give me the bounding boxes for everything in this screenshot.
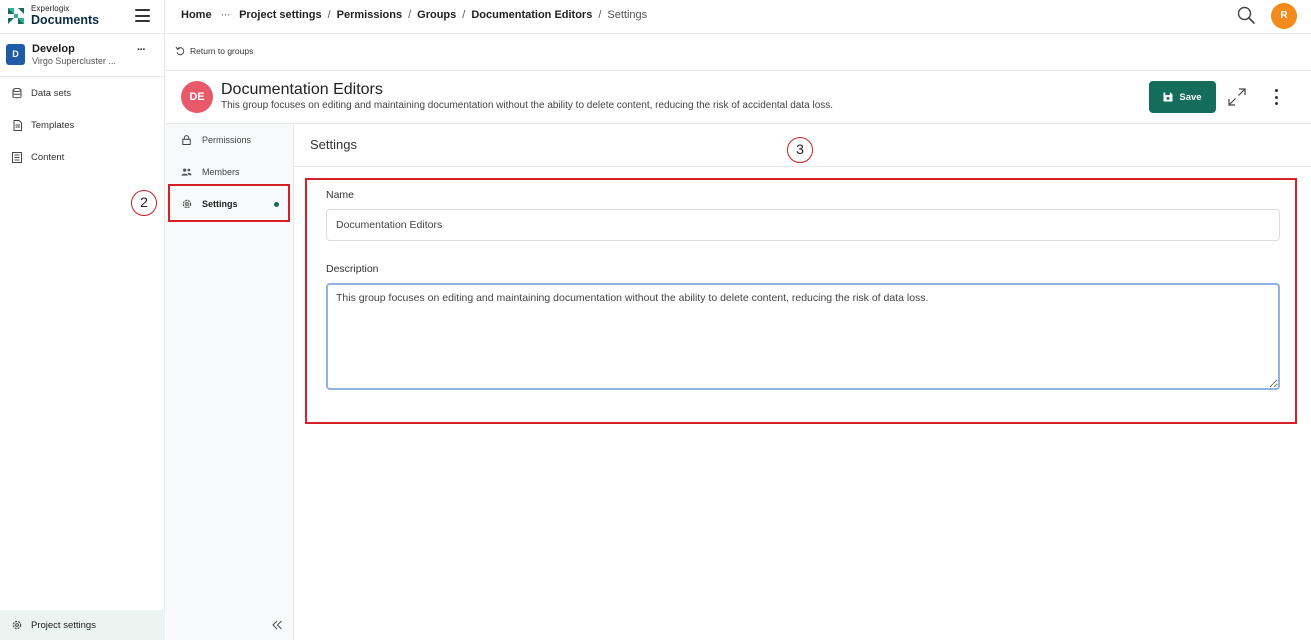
sidebar-nav: Data sets Templates Content — [0, 77, 164, 173]
gear-icon — [11, 619, 23, 631]
tab-members[interactable]: Members — [166, 156, 293, 188]
breadcrumb-ellipsis[interactable]: ··· — [221, 9, 231, 21]
sidebar-item-project-settings[interactable]: Project settings — [0, 610, 165, 640]
project-avatar: D — [6, 44, 25, 65]
annotation-marker-2: 2 — [131, 190, 157, 216]
lock-icon — [181, 135, 192, 146]
project-name: Develop — [32, 43, 75, 55]
name-field-label: Name — [326, 189, 355, 201]
group-description: This group focuses on editing and mainta… — [221, 100, 834, 111]
undo-icon — [175, 46, 185, 56]
breadcrumb: Home ··· Project settings / Permissions … — [181, 9, 647, 21]
save-button[interactable]: Save — [1149, 81, 1216, 113]
sidebar-item-templates[interactable]: Templates — [0, 109, 164, 141]
breadcrumb-separator: / — [598, 9, 602, 21]
sidebar-item-label: Templates — [31, 119, 75, 131]
gear-icon — [181, 199, 192, 210]
breadcrumb-permissions[interactable]: Permissions — [337, 9, 402, 21]
description-field-label: Description — [326, 263, 379, 275]
tab-permissions[interactable]: Permissions — [166, 124, 293, 156]
save-button-label: Save — [1179, 91, 1202, 103]
content-icon — [11, 151, 23, 163]
sidebar-item-label: Content — [31, 151, 65, 163]
top-bar: Home ··· Project settings / Permissions … — [166, 0, 1311, 34]
hamburger-menu-icon[interactable] — [135, 9, 150, 22]
tab-label: Members — [202, 167, 240, 177]
document-icon — [11, 119, 23, 131]
annotation-marker-3: 3 — [787, 137, 813, 163]
sidebar: Experlogix Documents D Develop Virgo Sup… — [0, 0, 165, 640]
settings-heading: Settings — [310, 137, 357, 152]
sidebar-item-data-sets[interactable]: Data sets — [0, 77, 164, 109]
tab-settings[interactable]: Settings — [166, 188, 293, 220]
breadcrumb-current: Settings — [607, 9, 648, 21]
logo-row: Experlogix Documents — [0, 0, 164, 34]
sidebar-item-label: Data sets — [31, 87, 72, 99]
sidebar-item-content[interactable]: Content — [0, 141, 164, 173]
sidebar-item-label: Project settings — [31, 619, 96, 631]
return-link-label: Return to groups — [190, 46, 254, 56]
logo-text: Experlogix Documents — [31, 5, 99, 27]
project-subtitle: Virgo Supercluster ... — [32, 56, 116, 66]
breadcrumb-groups[interactable]: Groups — [417, 9, 456, 21]
breadcrumb-home[interactable]: Home — [181, 9, 212, 21]
tab-label: Permissions — [202, 135, 252, 145]
logo-big-text: Documents — [31, 13, 100, 27]
more-options-icon[interactable] — [1269, 88, 1283, 106]
unsaved-changes-dot — [274, 202, 279, 207]
breadcrumb-separator: / — [327, 9, 331, 21]
breadcrumb-project-settings[interactable]: Project settings — [239, 9, 322, 21]
user-avatar[interactable]: R — [1271, 3, 1297, 29]
project-more-icon[interactable]: ··· — [137, 44, 146, 56]
breadcrumb-separator: / — [462, 9, 466, 21]
floppy-disk-icon — [1163, 92, 1173, 102]
breadcrumb-separator: / — [408, 9, 412, 21]
tab-label: Settings — [202, 199, 238, 209]
group-header: DE Documentation Editors This group focu… — [166, 71, 1311, 124]
collapse-double-chevron-icon[interactable] — [270, 618, 284, 632]
name-input[interactable] — [326, 209, 1280, 241]
group-title: Documentation Editors — [221, 81, 383, 98]
expand-icon[interactable] — [1228, 88, 1246, 106]
logo-small-text: Experlogix — [31, 4, 70, 13]
description-textarea[interactable]: This group focuses on editing and mainta… — [326, 283, 1280, 390]
users-icon — [181, 167, 192, 178]
breadcrumb-group[interactable]: Documentation Editors — [471, 9, 592, 21]
experlogix-logo-icon — [8, 8, 24, 24]
project-switcher[interactable]: D Develop Virgo Supercluster ... ··· — [0, 34, 164, 77]
group-avatar: DE — [181, 81, 213, 113]
database-icon — [11, 87, 23, 99]
return-to-groups-link[interactable]: Return to groups — [175, 46, 253, 56]
search-icon[interactable] — [1236, 5, 1256, 25]
group-tabs: Permissions Members Settings — [166, 124, 294, 640]
return-row: Return to groups — [166, 34, 1311, 71]
